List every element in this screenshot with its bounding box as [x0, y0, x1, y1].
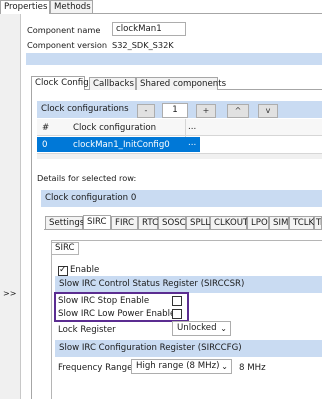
component-version-label: Component version	[27, 40, 108, 50]
lock-register-value: Unlocked	[177, 323, 217, 333]
lock-register-label: Lock Register	[58, 325, 116, 335]
row-name: clockMan1_InitConfig0	[73, 140, 170, 150]
tab-spll[interactable]: SPLL	[186, 216, 210, 229]
tab-clock-config[interactable]: Clock Config	[31, 76, 89, 90]
component-band	[26, 53, 322, 65]
tab-overflow[interactable]: Tr	[314, 216, 322, 229]
sirccsr-header: Slow IRC Control Status Register (SIRCCS…	[55, 276, 322, 293]
row-more-button[interactable]: ...	[186, 137, 200, 152]
add-config-button[interactable]: +	[196, 104, 216, 118]
tab-sirc[interactable]: SIRC	[83, 215, 111, 229]
component-name-label: Component name	[27, 25, 101, 35]
configs-table-header: # Clock configuration ...	[37, 119, 322, 136]
table-row[interactable]: 0 clockMan1_InitConfig0	[37, 137, 186, 152]
lock-register-select[interactable]: Unlocked ⌄	[172, 321, 231, 336]
tab-sosc[interactable]: SOSC	[158, 216, 186, 229]
tab-lpo[interactable]: LPO	[247, 216, 269, 229]
tab-clkout[interactable]: CLKOUT	[210, 216, 248, 229]
chevron-down-icon: ⌄	[220, 324, 227, 333]
frequency-range-label: Frequency Range	[58, 363, 133, 373]
tab-properties[interactable]: Properties	[0, 0, 50, 14]
col-index: #	[42, 123, 50, 133]
stop-enable-checkbox[interactable]	[172, 296, 182, 306]
details-label: Details for selected row:	[37, 173, 137, 183]
left-gutter	[0, 13, 21, 399]
sirccsr-title: Slow IRC Control Status Register (SIRCCS…	[59, 279, 245, 289]
sirccfg-header: Slow IRC Configuration Register (SIRCCFG…	[55, 340, 322, 357]
tab-rtc[interactable]: RTC	[138, 216, 158, 229]
enable-checkbox[interactable]: ✓	[58, 265, 68, 276]
tab-settings[interactable]: Settings	[45, 216, 84, 229]
low-power-checkbox[interactable]	[172, 309, 182, 319]
collapse-toggle[interactable]: >>	[3, 289, 16, 298]
sirc-group-label: SIRC	[51, 242, 79, 255]
configs-table-bottom	[37, 153, 322, 159]
col-more: ...	[188, 122, 197, 132]
clock-configurations-title: Clock configurations	[41, 104, 129, 114]
col-name: Clock configuration	[73, 123, 157, 133]
move-up-button[interactable]: ^	[227, 104, 249, 118]
tab-tclk[interactable]: TCLK	[289, 216, 314, 229]
clock-config-0-title: Clock configuration 0	[45, 193, 137, 203]
config-count-field[interactable]: 1	[162, 103, 188, 118]
frequency-range-select[interactable]: High range (8 MHz) ⌄	[131, 359, 232, 374]
move-down-button[interactable]: v	[258, 104, 278, 118]
detail-tabs-line	[44, 229, 322, 230]
component-name-input[interactable]: clockMan1	[112, 22, 186, 36]
frequency-result: 8 MHz	[239, 363, 266, 373]
tab-firc[interactable]: FIRC	[111, 216, 138, 229]
enable-label: Enable	[70, 265, 100, 275]
tab-sim[interactable]: SIM	[269, 216, 289, 229]
tab-callbacks[interactable]: Callbacks	[89, 77, 136, 90]
clock-config-0-header: Clock configuration 0	[41, 190, 322, 207]
frequency-range-value: High range (8 MHz)	[136, 361, 220, 371]
stop-enable-label: Slow IRC Stop Enable	[58, 296, 150, 306]
chevron-down-icon: ⌄	[221, 362, 228, 371]
check-icon: ✓	[59, 265, 67, 275]
tab-methods[interactable]: Methods	[50, 0, 93, 13]
low-power-label: Slow IRC Low Power Enable	[58, 309, 176, 319]
component-version-value: S32_SDK_S32K	[112, 40, 174, 50]
tab-shared-components[interactable]: Shared components	[136, 77, 226, 90]
remove-config-button[interactable]: -	[137, 104, 155, 118]
sirccfg-title: Slow IRC Configuration Register (SIRCCFG…	[59, 343, 242, 353]
row-index: 0	[42, 140, 48, 150]
